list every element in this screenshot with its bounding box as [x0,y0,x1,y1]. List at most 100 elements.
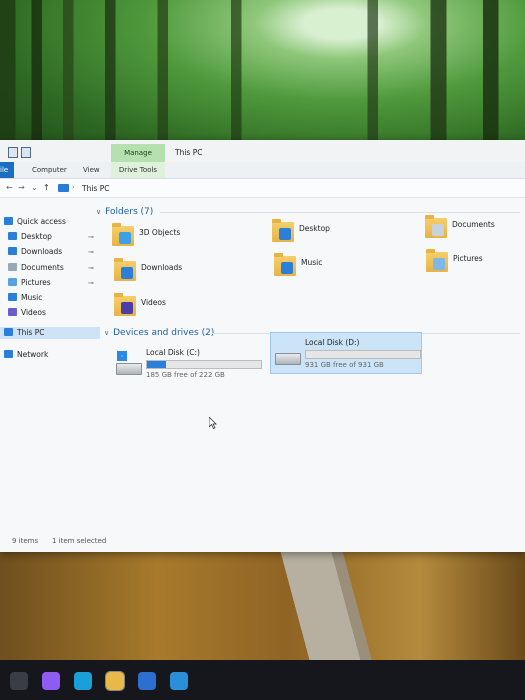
tab-drive-tools[interactable]: Drive Tools [111,162,165,178]
back-arrow-icon[interactable]: ← [6,183,13,192]
sidebar-item-label: Music [21,293,43,302]
mail-icon[interactable] [170,672,188,690]
window-title: This PC [175,148,203,157]
sidebar-item-music[interactable]: Music [8,292,42,304]
desktop-wallpaper-top [0,0,525,160]
drive-name: Local Disk (D:) [305,338,360,347]
folder-icon [425,215,447,238]
drive-name: Local Disk (C:) [146,348,200,357]
this-pc-icon [58,184,69,192]
download-icon [8,247,17,255]
drive-d[interactable]: Local Disk (D:) 931 GB free of 931 GB [270,332,422,374]
manage-tab[interactable]: Manage [111,144,165,162]
tab-computer[interactable]: Computer [32,166,67,174]
folders-section-header[interactable]: ∨ Folders (7) [96,207,153,217]
microsoft-store-icon[interactable] [138,672,156,690]
drive-free-space: 931 GB free of 931 GB [305,361,384,369]
videos-icon [8,308,17,316]
breadcrumb[interactable]: This PC [82,184,109,193]
taskbar [0,660,525,700]
navigation-pane: Quick access Desktop ⊸ Downloads ⊸ Documents ⊸… [0,200,100,530]
sidebar-item-desktop[interactable]: Desktop ⊸ [8,231,94,243]
folder-label: Music [301,258,323,267]
folder-videos[interactable]: Videos [114,293,254,326]
devices-heading-text: Devices and drives (2) [113,328,215,338]
copilot-icon[interactable] [42,672,60,690]
item-count: 9 items [12,537,39,545]
folder-overlay-icon [281,262,293,274]
folder-music[interactable]: Music [274,253,414,286]
ribbon-tabs: ile Computer View Drive Tools [0,162,525,179]
quick-access-toolbar[interactable] [8,147,38,158]
this-pc-icon [4,328,13,336]
sidebar-item-label: Videos [21,308,46,317]
breadcrumb-separator-icon: › [72,184,75,191]
status-bar: 9 items 1 item selected [0,534,525,550]
chevron-down-icon: ∨ [104,329,110,337]
folder-pictures[interactable]: Pictures [426,249,525,282]
folder-icon [274,253,296,276]
folder-desktop[interactable]: Desktop [272,219,412,252]
sidebar-item-pictures[interactable]: Pictures ⊸ [8,277,94,289]
sidebar-item-label: Downloads [21,247,63,256]
title-bar: Manage This PC [0,140,525,162]
folder-icon [112,223,134,246]
folder-downloads[interactable]: Downloads [114,258,254,291]
folder-label: Videos [141,298,166,307]
pin-icon[interactable]: ⊸ [88,262,94,274]
drive-free-space: 185 GB free of 222 GB [146,371,225,379]
up-arrow-icon[interactable]: ↑ [43,183,50,192]
file-explorer-icon[interactable] [105,671,125,691]
folder-icon [272,219,294,242]
sidebar-item-downloads[interactable]: Downloads ⊸ [8,246,94,258]
sidebar-item-videos[interactable]: Videos [8,307,46,319]
devices-section-header[interactable]: ∨ Devices and drives (2) [104,328,214,338]
pin-icon[interactable]: ⊸ [88,231,94,243]
network-icon [4,350,13,358]
section-divider [160,212,520,213]
new-folder-icon[interactable] [21,147,31,158]
folder-overlay-icon [432,224,444,236]
sidebar-item-label: Documents [21,263,64,272]
sidebar-item-label: Network [17,350,49,359]
folder-documents[interactable]: Documents [425,215,525,248]
tab-file[interactable]: ile [0,162,15,178]
desktop-icon [8,232,17,240]
pictures-icon [8,278,17,286]
sidebar-item-label: Pictures [21,278,51,287]
sidebar-item-documents[interactable]: Documents ⊸ [8,262,94,274]
drive-usage-bar [305,350,421,359]
folder-icon [114,293,136,316]
pin-icon[interactable]: ⊸ [88,277,94,289]
folder-overlay-icon [433,258,445,270]
sidebar-item-label: Quick access [17,217,66,226]
folder-icon [114,258,136,281]
folder-label: Desktop [299,224,330,233]
windows-logo-icon [117,351,127,361]
task-view-icon[interactable] [10,672,28,690]
folder-overlay-icon [119,232,131,244]
drive-usage-fill [147,361,167,368]
music-icon [8,293,17,301]
star-icon [4,217,13,225]
sidebar-item-quick-access[interactable]: Quick access [4,216,66,228]
sidebar-item-network[interactable]: Network [4,349,48,361]
selection-count: 1 item selected [52,537,107,545]
folders-heading-text: Folders (7) [105,207,154,217]
folder-label: Pictures [453,254,483,263]
forward-arrow-icon[interactable]: → [18,183,25,192]
recent-locations-chevron-icon[interactable]: ⌄ [31,183,38,192]
tab-view[interactable]: View [83,166,100,174]
address-bar[interactable]: ← → ⌄ ↑ › This PC [0,179,525,198]
pin-icon[interactable]: ⊸ [88,246,94,258]
folder-3d-objects[interactable]: 3D Objects [112,223,252,256]
folder-overlay-icon [121,302,133,314]
drive-usage-bar [146,360,262,369]
drive-c[interactable]: Local Disk (C:) 185 GB free of 222 GB [112,343,262,383]
folder-icon [426,249,448,272]
properties-icon[interactable] [8,147,18,158]
folder-overlay-icon [121,267,133,279]
sidebar-item-this-pc[interactable]: This PC [0,327,100,339]
folder-label: Documents [452,220,495,229]
edge-icon[interactable] [74,672,92,690]
